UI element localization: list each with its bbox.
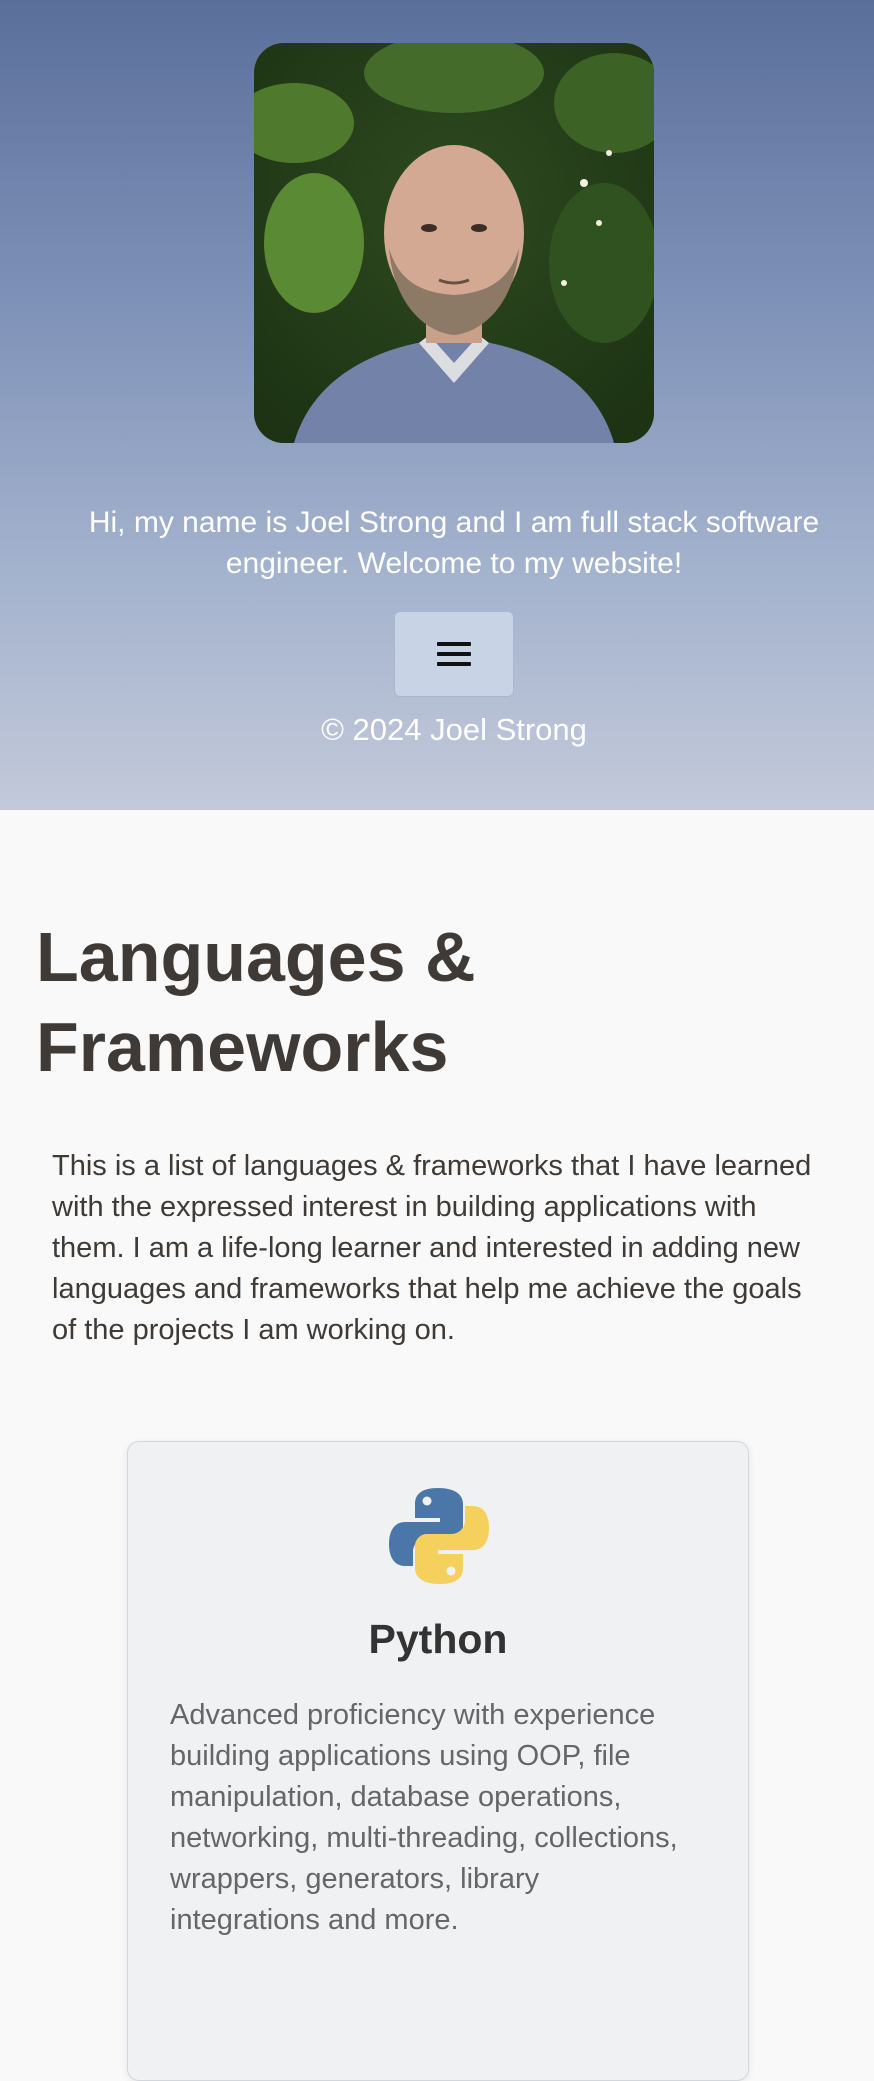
copyright-text: © 2024 Joel Strong [321, 712, 587, 747]
hero-header: Hi, my name is Joel Strong and I am full… [0, 0, 874, 810]
language-card-python: Python Advanced proficiency with experie… [127, 1441, 749, 2081]
hamburger-menu-icon [437, 642, 471, 666]
python-logo-icon [389, 1488, 489, 1584]
section-title: Languages & Frameworks [36, 918, 476, 1086]
profile-photo [254, 43, 654, 443]
profile-photo-image [254, 43, 654, 443]
card-title: Python [368, 1616, 508, 1662]
card-description: Advanced proficiency with experience bui… [170, 1699, 678, 1936]
menu-toggle-button[interactable] [394, 611, 514, 697]
intro-text: Hi, my name is Joel Strong and I am full… [88, 506, 820, 580]
section-description: This is a list of languages & frameworks… [52, 1150, 812, 1346]
